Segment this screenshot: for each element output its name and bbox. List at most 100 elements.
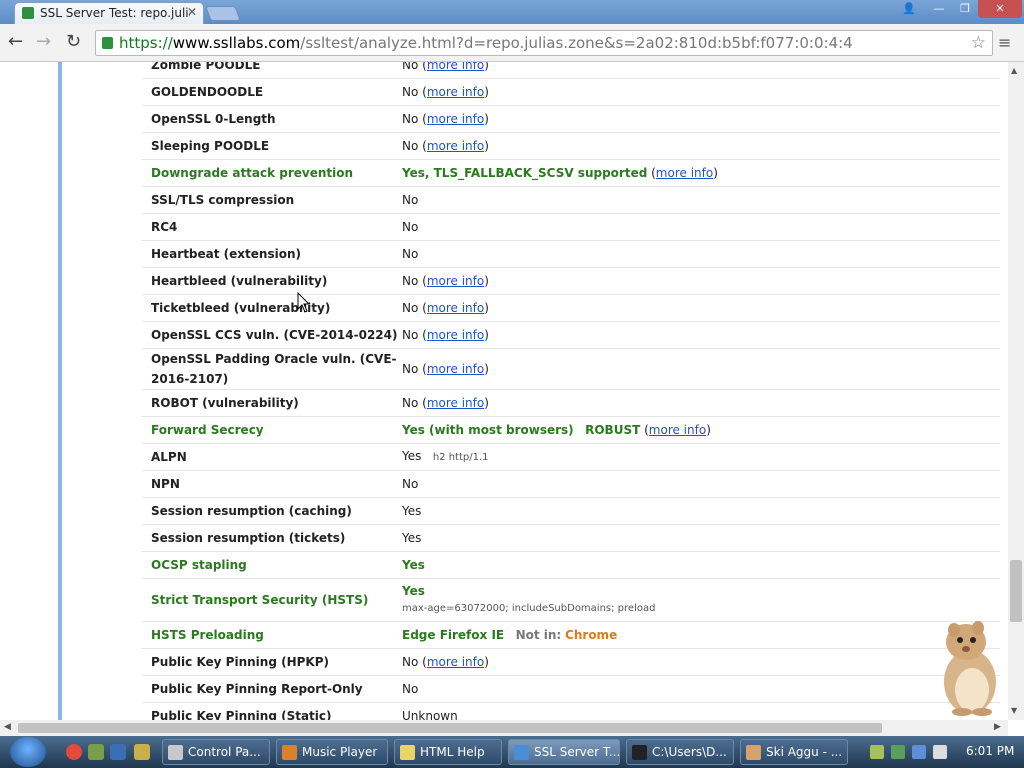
table-row: Public Key Pinning Report-Only No	[142, 676, 1000, 703]
row-value: Unknown	[402, 704, 1000, 720]
scroll-left-arrow-icon[interactable]: ◀	[4, 722, 11, 732]
table-row: Downgrade attack prevention Yes, TLS_FALL…	[142, 160, 1000, 187]
chrome-menu-icon[interactable]: ≡	[998, 33, 1011, 52]
game-quicklaunch-icon[interactable]	[134, 744, 150, 760]
taskbar-button[interactable]: Music Player	[276, 739, 388, 765]
url-text[interactable]: https://www.ssllabs.com/ssltest/analyze.…	[119, 34, 853, 52]
row-value-text: No	[402, 193, 419, 207]
row-label: OpenSSL 0-Length	[151, 112, 276, 126]
more-info-link[interactable]: more info	[427, 396, 484, 410]
taskbar-button[interactable]: Control Pa...	[162, 739, 270, 765]
tab-title: SSL Server Test: repo.julias	[40, 6, 190, 20]
settings-quicklaunch-icon[interactable]	[88, 744, 104, 760]
tab-ssl-server-test[interactable]: SSL Server Test: repo.julias ✕	[14, 2, 204, 24]
more-info-link[interactable]: more info	[427, 362, 484, 376]
more-info-link[interactable]: more info	[427, 274, 484, 288]
more-info-link[interactable]: more info	[427, 62, 484, 72]
new-tab-button[interactable]	[205, 6, 241, 21]
row-value-text: No	[402, 139, 419, 153]
taskbar-button[interactable]: Ski Aggu - ...	[740, 739, 848, 765]
row-value-text: No	[402, 247, 419, 261]
tray-app-icon[interactable]	[870, 745, 884, 759]
row-value: Edge Firefox IE Not in: Chrome	[402, 623, 1000, 647]
row-value: No (more info)	[402, 62, 1000, 77]
row-label: HSTS Preloading	[151, 628, 264, 642]
browser-tabstrip: SSL Server Test: repo.julias ✕ 👤 — ❐ ✕	[0, 0, 1024, 24]
table-row: GOLDENDOODLE No (more info)	[142, 79, 1000, 106]
taskbar-button[interactable]: SSL Server T...	[508, 739, 620, 765]
vertical-scrollbar[interactable]: ▲ ▼	[1008, 62, 1024, 720]
vertical-scroll-thumb[interactable]	[1010, 560, 1022, 622]
tray-volume-icon[interactable]	[933, 745, 948, 759]
row-label: Session resumption (caching)	[151, 504, 352, 518]
taskbar-app-icon	[400, 745, 415, 760]
row-label: GOLDENDOODLE	[151, 85, 264, 99]
row-value: No (more info)	[402, 655, 489, 669]
more-info-link[interactable]: more info	[427, 328, 484, 342]
taskbar-app-icon	[282, 745, 297, 760]
taskbar-clock[interactable]: 6:01 PM	[966, 744, 1014, 758]
horizontal-scrollbar[interactable]: ◀ ▶	[0, 720, 1008, 736]
more-info-link[interactable]: more info	[427, 85, 484, 99]
more-info-link[interactable]: more info	[649, 423, 706, 437]
taskbar-app-icon	[514, 745, 529, 760]
table-row: OCSP stapling Yes	[142, 552, 1000, 579]
row-label: Zombie POODLE	[151, 62, 261, 72]
bookmark-star-icon[interactable]: ☆	[971, 33, 986, 53]
forward-icon[interactable]: →	[36, 32, 51, 52]
row-value-text: Yes, TLS_FALLBACK_SCSV supported	[402, 166, 648, 180]
row-value: No	[402, 188, 1000, 212]
table-row: NPN No	[142, 471, 1000, 498]
row-value-text: No	[402, 362, 419, 376]
more-info-link[interactable]: more info	[656, 166, 713, 180]
more-info-link[interactable]: more info	[427, 301, 484, 315]
url-path: /ssltest/analyze.html?d=repo.julias.zone…	[300, 34, 853, 52]
row-value: No	[402, 215, 1000, 239]
scroll-up-arrow-icon[interactable]: ▲	[1011, 66, 1017, 75]
row-value: No (more info)	[402, 139, 489, 153]
start-button[interactable]	[10, 737, 46, 767]
taskbar-app-icon	[168, 745, 183, 760]
row-label: Public Key Pinning Report-Only	[151, 682, 363, 696]
table-row: Sleeping POODLE No (more info)	[142, 133, 1000, 160]
close-tab-icon[interactable]: ✕	[187, 5, 197, 19]
taskbar-button[interactable]: HTML Help	[394, 739, 502, 765]
row-label: ROBOT (vulnerability)	[151, 396, 299, 410]
row-label: Public Key Pinning (Static)	[151, 709, 332, 720]
url-host: www.ssllabs.com	[172, 34, 301, 52]
address-bar[interactable]: https://www.ssllabs.com/ssltest/analyze.…	[95, 30, 993, 56]
horizontal-scroll-thumb[interactable]	[18, 723, 882, 733]
tray-display-icon[interactable]	[912, 745, 927, 759]
row-value: No (more info)	[402, 328, 489, 342]
more-info-link[interactable]: more info	[427, 655, 484, 669]
user-icon[interactable]: 👤	[896, 0, 922, 18]
close-window-button[interactable]: ✕	[978, 0, 1022, 18]
scroll-right-arrow-icon[interactable]: ▶	[994, 722, 1001, 732]
row-value: No (more info)	[402, 362, 489, 376]
table-row: Session resumption (caching) Yes	[142, 498, 1000, 525]
tray-network-icon[interactable]	[891, 745, 906, 759]
restore-button[interactable]: ❐	[952, 0, 978, 18]
taskbar-button[interactable]: C:\Users\D...	[626, 739, 734, 765]
row-label: NPN	[151, 477, 180, 491]
system-tray	[870, 744, 960, 760]
reload-icon[interactable]: ↻	[66, 32, 81, 52]
row-label: Forward Secrecy	[151, 423, 264, 437]
row-value: No (more info)	[402, 274, 489, 288]
scroll-down-arrow-icon[interactable]: ▼	[1011, 706, 1017, 715]
table-row: Session resumption (tickets) Yes	[142, 525, 1000, 552]
table-row: OpenSSL 0-Length No (more info)	[142, 106, 1000, 133]
more-info-link[interactable]: more info	[427, 139, 484, 153]
row-value-text: No	[402, 112, 419, 126]
row-value-text: No	[402, 85, 419, 99]
table-row: Public Key Pinning (HPKP) No (more info)	[142, 649, 1000, 676]
minimize-button[interactable]: —	[926, 0, 952, 18]
lock-icon	[22, 7, 34, 19]
table-row: Zombie POODLE No (more info)	[142, 62, 1000, 79]
row-value: Yes	[402, 499, 1000, 523]
back-icon[interactable]: ←	[8, 32, 23, 52]
computer-quicklaunch-icon[interactable]	[110, 744, 126, 760]
more-info-link[interactable]: more info	[427, 112, 484, 126]
chrome-quicklaunch-icon[interactable]	[66, 744, 82, 760]
row-value: No	[402, 677, 1000, 701]
